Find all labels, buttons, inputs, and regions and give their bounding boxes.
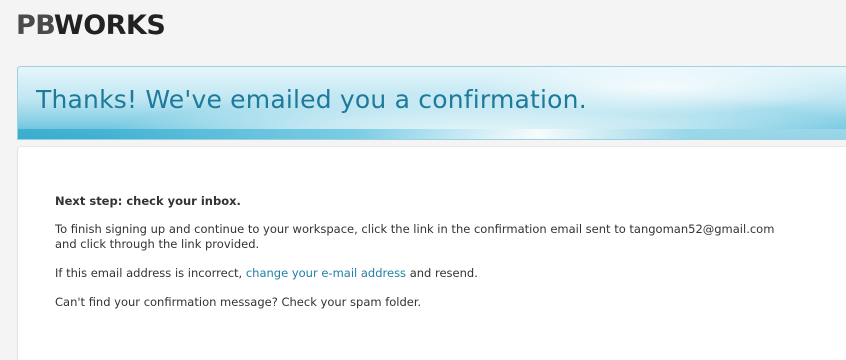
logo-works-text: WORKS [53,10,166,41]
page-title: Thanks! We've emailed you a confirmation… [36,85,587,114]
pbworks-logo[interactable]: PBWORKS [16,10,166,41]
incorrect-email-prefix: If this email address is incorrect, [55,266,246,280]
instruction-line-2: and click through the link provided. [55,237,260,251]
content-body: Next step: check your inbox. To finish s… [55,194,846,324]
content-panel: Next step: check your inbox. To finish s… [17,146,846,360]
next-step-heading: Next step: check your inbox. [55,194,241,208]
incorrect-email-suffix: and resend. [406,266,478,280]
instruction-line-1: To finish signing up and continue to you… [55,222,775,236]
page: PBWORKS Thanks! We've emailed you a conf… [0,0,846,360]
confirmation-banner: Thanks! We've emailed you a confirmation… [17,66,846,140]
logo-pb-text: PB [16,10,54,41]
incorrect-email-paragraph: If this email address is incorrect, chan… [55,266,846,281]
change-email-link[interactable]: change your e-mail address [246,266,406,280]
spam-note: Can't find your confirmation message? Ch… [55,295,422,309]
instruction-paragraph: To finish signing up and continue to you… [55,222,846,252]
